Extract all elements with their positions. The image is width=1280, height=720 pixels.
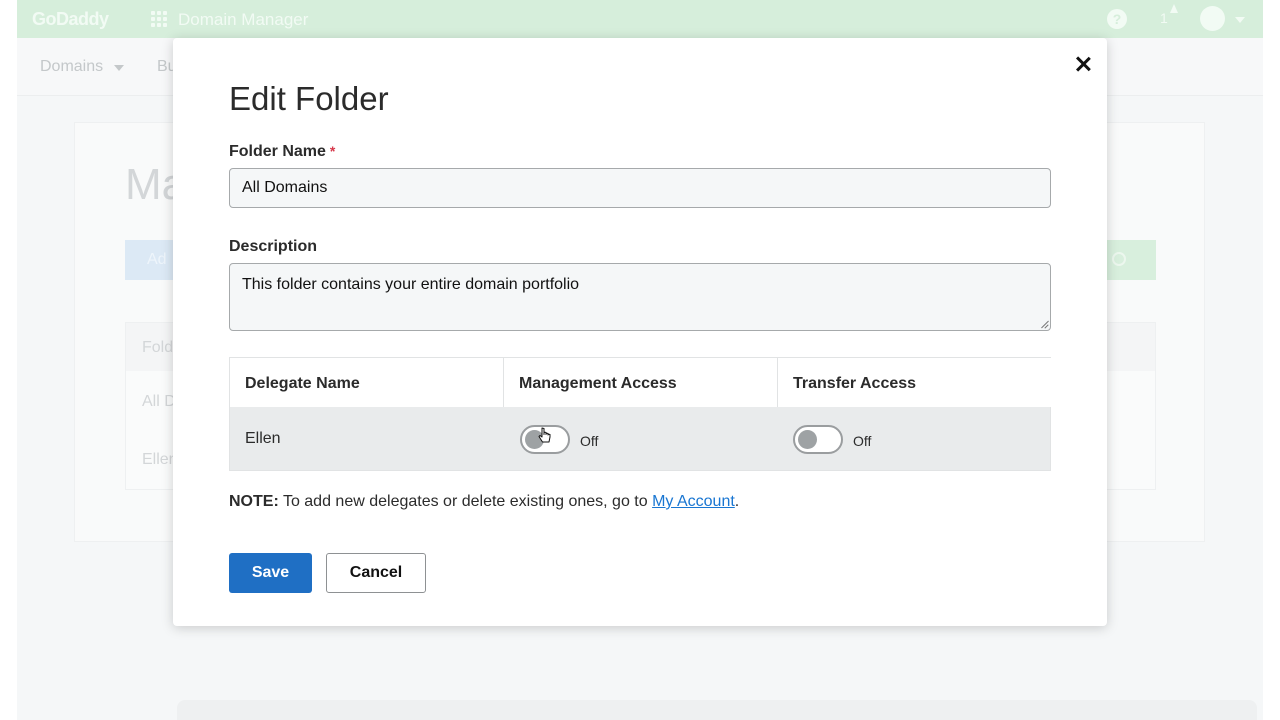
transfer-access-status: Off [853, 433, 872, 449]
app-name: Domain Manager [178, 10, 309, 29]
folder-name-input[interactable]: All Domains [229, 168, 1051, 208]
background-table-cell: All D [142, 393, 176, 410]
delegates-table: Delegate Name Management Access Transfer… [229, 357, 1052, 471]
background-panel-edge [177, 700, 1257, 720]
bell-icon [1170, 4, 1178, 13]
apps-grid-icon [151, 11, 167, 27]
resize-grip-icon[interactable] [1039, 319, 1049, 329]
management-access-status: Off [580, 433, 599, 449]
pointer-cursor-icon [538, 427, 551, 443]
required-marker: * [329, 143, 336, 159]
toggle-knob [798, 430, 817, 449]
column-header-delegate-name: Delegate Name [230, 358, 504, 407]
nav-domains: Domains [40, 58, 104, 75]
notification-count: 1 [1160, 10, 1168, 26]
note-body: To add new delegates or delete existing … [278, 493, 653, 510]
description-textarea[interactable]: This folder contains your entire domain … [229, 263, 1051, 331]
folder-name-label: Folder Name * [229, 143, 335, 161]
logo: GoDaddy [32, 9, 109, 29]
window-edge-left [0, 0, 17, 720]
note-suffix: . [734, 493, 740, 510]
edit-folder-modal: Edit Folder Folder Name * All Domains Des… [173, 38, 1107, 626]
top-bar: GoDaddy Domain Manager ? 1 [17, 0, 1263, 38]
delegate-name: Ellen [245, 430, 281, 447]
column-header-transfer-access: Transfer Access [778, 358, 1052, 407]
close-icon[interactable] [1071, 52, 1095, 76]
window-edge-right [1263, 0, 1280, 720]
help-icon: ? [1107, 9, 1127, 29]
modal-title: Edit Folder [229, 80, 389, 117]
cancel-button[interactable]: Cancel [326, 553, 426, 593]
folder-name-label-text: Folder Name [229, 143, 326, 160]
table-row: Ellen Off Off [230, 407, 1050, 470]
search-icon [1112, 252, 1126, 266]
note-text: NOTE: To add new delegates or delete exi… [229, 493, 739, 511]
note-prefix: NOTE: [229, 493, 279, 510]
caret-down-icon [1235, 17, 1245, 23]
column-header-management-access: Management Access [504, 358, 778, 407]
my-account-link[interactable]: My Account [652, 493, 735, 510]
caret-down-icon [114, 65, 124, 71]
background-table-header-cell: Fold [142, 339, 174, 356]
transfer-access-toggle[interactable] [793, 425, 843, 454]
save-button[interactable]: Save [229, 553, 312, 593]
description-label: Description [229, 238, 318, 255]
user-avatar-icon [1200, 6, 1225, 31]
